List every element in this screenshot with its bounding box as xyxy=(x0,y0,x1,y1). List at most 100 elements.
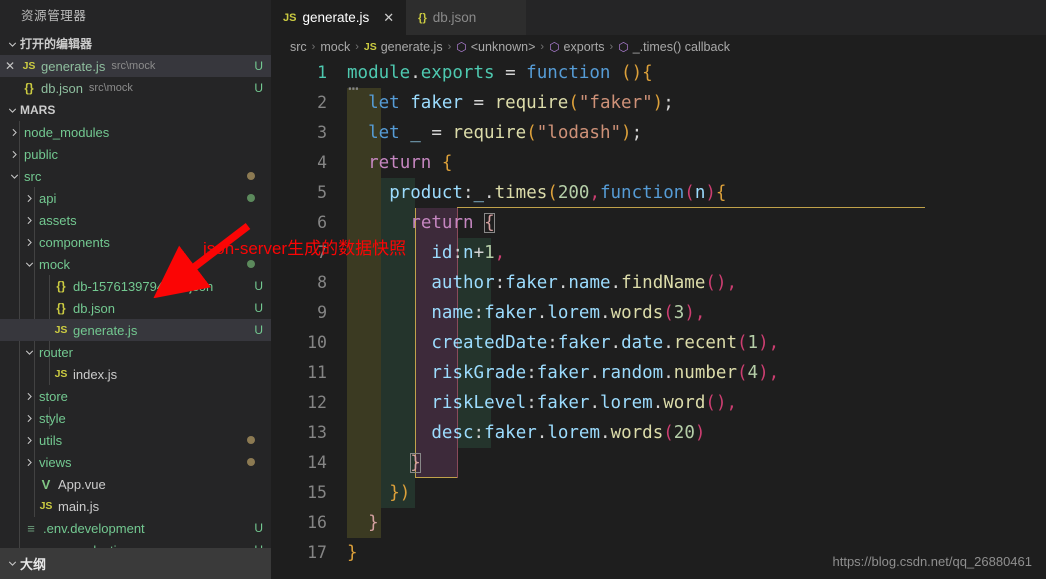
tree-item[interactable]: JS index.js xyxy=(0,363,271,385)
chevron-down-icon xyxy=(6,168,22,184)
code-token: . xyxy=(536,303,548,323)
editor-tab-label: db.json xyxy=(432,10,477,25)
tree-item[interactable]: V App.vue xyxy=(0,473,271,495)
code-token: : xyxy=(526,393,537,413)
code-token: ) xyxy=(715,273,727,293)
code-token: , xyxy=(726,273,738,293)
tree-item[interactable]: router xyxy=(0,341,271,363)
tree-item-label: main.js xyxy=(58,498,100,514)
breadcrumb-item-label: <unknown> xyxy=(470,39,536,54)
project-section-header[interactable]: MARS xyxy=(0,99,271,121)
tree-item[interactable]: api xyxy=(0,187,271,209)
breadcrumb-item[interactable]: ⬡ <unknown> xyxy=(456,40,535,54)
tree-item-label: style xyxy=(39,410,66,426)
code-token: _ xyxy=(473,183,485,203)
code-token: recent xyxy=(673,333,737,353)
breadcrumb-item[interactable]: ⬡ _.times() callback xyxy=(618,40,730,54)
folder-status-dot xyxy=(247,172,255,180)
chevron-down-icon xyxy=(21,256,37,272)
code-token: ) xyxy=(705,183,716,203)
code-token: faker xyxy=(505,273,558,293)
json-file-icon: {} xyxy=(418,11,427,24)
code-line: } xyxy=(368,508,379,538)
code-token: . xyxy=(589,393,600,413)
code-token: , xyxy=(694,303,706,323)
code-token: + xyxy=(473,243,485,263)
git-status-badge: U xyxy=(254,81,263,95)
editor-vertical-scrollbar[interactable] xyxy=(1032,116,1046,579)
code-token: ) xyxy=(621,123,632,143)
code-token: riskLevel xyxy=(431,393,527,413)
outline-section-header[interactable]: 大纲 xyxy=(0,548,271,579)
editor-tab[interactable]: {} db.json xyxy=(406,0,527,35)
code-token: ) xyxy=(715,393,727,413)
tree-item-label: assets xyxy=(39,212,77,228)
tree-item[interactable]: JS main.js xyxy=(0,495,271,517)
tree-item[interactable]: store xyxy=(0,385,271,407)
tree-item[interactable]: utils xyxy=(0,429,271,451)
code-editor[interactable]: 1 2 3 4 5 6 7 8 9 10 11 12 13 14 15 16 17 module.exports… xyxy=(271,58,1046,579)
code-token: 200 xyxy=(557,183,590,203)
open-editors-label: 打开的编辑器 xyxy=(20,37,93,51)
vscode-window: 资源管理器 打开的编辑器 ✕ JS generate.js src\mock U{} db… xyxy=(0,0,1046,579)
git-status-badge: U xyxy=(254,301,263,315)
breadcrumb-item[interactable]: JS generate.js xyxy=(364,40,443,54)
code-token: } xyxy=(368,513,379,533)
code-token: 20 xyxy=(673,423,695,443)
code-token: date xyxy=(621,333,664,353)
tree-item[interactable]: views xyxy=(0,451,271,473)
js-file-icon: JS xyxy=(363,40,377,53)
code-token: faker xyxy=(484,423,537,443)
tree-item-label: db.json xyxy=(73,300,115,316)
annotation-note: json-server生成的数据快照 xyxy=(203,239,407,258)
tree-item[interactable]: {} db.json U xyxy=(0,297,271,319)
breadcrumb-item[interactable]: src xyxy=(290,40,307,54)
tree-item-label: api xyxy=(39,190,57,206)
code-token: _ xyxy=(410,123,421,143)
js-file-icon: JS xyxy=(22,60,36,72)
tree-item[interactable]: src xyxy=(0,165,271,187)
breadcrumb-item[interactable]: ⬡ exports xyxy=(549,40,604,54)
tree-item[interactable]: public xyxy=(0,143,271,165)
open-editor-name: generate.js xyxy=(41,58,106,74)
code-token: { xyxy=(642,63,653,83)
chevron-right-icon xyxy=(21,410,37,426)
tree-item[interactable]: {} db-1576139794005.json U xyxy=(0,275,271,297)
breadcrumb: src › mock › JS generate.js › ⬡ <unknown> › ⬡ expor… xyxy=(271,35,1046,58)
close-icon[interactable]: ✕ xyxy=(0,59,20,73)
breadcrumb-item[interactable]: mock xyxy=(320,40,350,54)
code-token: ) xyxy=(652,93,664,113)
open-editor-item[interactable]: {} db.json src\mock U xyxy=(0,77,271,99)
open-editor-item[interactable]: ✕ JS generate.js src\mock U xyxy=(0,55,271,77)
code-token: ) xyxy=(399,483,411,503)
tree-item[interactable]: style xyxy=(0,407,271,429)
code-token: . xyxy=(589,363,600,383)
git-status-badge: U xyxy=(254,521,263,535)
js-file-icon: JS xyxy=(39,500,53,512)
code-token: } xyxy=(389,483,400,503)
code-token: let xyxy=(368,93,400,113)
open-editor-path: src\mock xyxy=(88,82,133,94)
code-token: . xyxy=(410,63,421,83)
code-token: words xyxy=(610,423,664,443)
code-line: name:faker.lorem.words(3), xyxy=(431,298,705,328)
vue-file-icon: V xyxy=(41,476,51,492)
tree-item[interactable]: JS generate.js U xyxy=(0,319,271,341)
tree-item[interactable]: node_modules xyxy=(0,121,271,143)
close-icon[interactable]: ✕ xyxy=(383,10,394,26)
breadcrumb-item-label: _.times() callback xyxy=(632,39,730,54)
code-content[interactable]: module.exports = function (){let faker =… xyxy=(271,58,1046,579)
git-status-badge: U xyxy=(254,323,263,337)
breadcrumb-separator: › xyxy=(311,40,316,53)
code-token: : xyxy=(494,273,506,293)
tree-item[interactable]: ≡ .env.development U xyxy=(0,517,271,539)
tree-item[interactable]: assets xyxy=(0,209,271,231)
code-token: 4 xyxy=(747,363,759,383)
open-editors-section-header[interactable]: 打开的编辑器 xyxy=(0,33,271,55)
js-file-icon: JS xyxy=(54,368,68,380)
editor-tab[interactable]: JS generate.js ✕ xyxy=(271,0,407,35)
breadcrumb-item-label: exports xyxy=(563,39,605,54)
